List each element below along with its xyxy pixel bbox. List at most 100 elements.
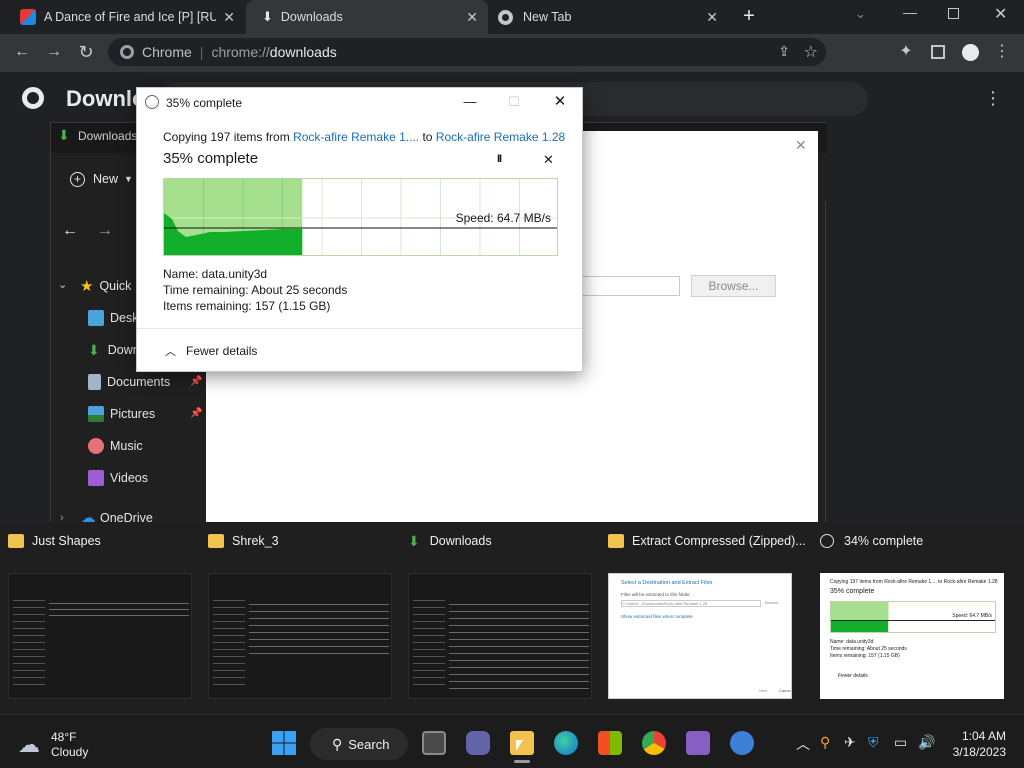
edge-browser-icon[interactable] bbox=[554, 731, 578, 755]
qbittorrent-icon[interactable] bbox=[730, 731, 754, 755]
clock-icon bbox=[820, 534, 834, 548]
network-off-icon[interactable]: ✈ bbox=[844, 734, 856, 751]
extract-path-input[interactable] bbox=[582, 276, 680, 296]
preview-just-shapes[interactable]: Just Shapes bbox=[8, 530, 198, 552]
thumb-next: Next bbox=[759, 688, 768, 693]
preview-shrek-3[interactable]: Shrek_3 bbox=[208, 530, 398, 552]
show-hidden-icons-icon[interactable]: ︿ bbox=[796, 734, 810, 754]
tab-downloads[interactable]: ⬇ Downloads ✕ bbox=[246, 0, 488, 34]
preview-copy[interactable]: 34% complete bbox=[820, 530, 1020, 552]
cancel-copy-button[interactable]: ✕ bbox=[543, 152, 554, 168]
volume-icon[interactable]: 🔊 bbox=[918, 734, 935, 751]
thumb-copy-line: Copying 197 items from Rock-afire Remake… bbox=[830, 579, 998, 585]
nav-label: Down bbox=[107, 343, 140, 357]
tab-close-icon[interactable]: ✕ bbox=[223, 9, 235, 25]
tab-title: Downloads bbox=[280, 10, 343, 24]
task-view-icon[interactable] bbox=[422, 731, 446, 755]
tab-dance-of-fire[interactable]: A Dance of Fire and Ice [P] [RUS ✕ bbox=[0, 0, 245, 34]
minimize-icon[interactable]: — bbox=[903, 4, 917, 20]
clock-date[interactable]: 3/18/2023 bbox=[940, 745, 1006, 759]
visual-studio-icon[interactable] bbox=[686, 731, 710, 755]
thumb-title: Select a Destination and Extract Files bbox=[621, 580, 713, 586]
search-label: Search bbox=[348, 736, 390, 752]
search-tray-icon[interactable]: ⚲ bbox=[820, 734, 830, 751]
source-folder-link[interactable]: Rock-afire Remake 1.... bbox=[293, 130, 419, 144]
bookmark-star-icon[interactable]: ☆ bbox=[804, 42, 818, 62]
chrome-menu-icon[interactable]: ⋮ bbox=[992, 42, 1012, 62]
clock-time[interactable]: 1:04 AM bbox=[950, 729, 1006, 743]
copy-summary-line: Copying 197 items from Rock-afire Remake… bbox=[163, 130, 565, 144]
preview-thumbnail[interactable] bbox=[208, 573, 392, 699]
nav-label: Documents bbox=[107, 375, 171, 389]
close-window-icon[interactable]: ✕ bbox=[994, 4, 1007, 24]
weather-widget[interactable]: ☁ 48°F Cloudy bbox=[18, 730, 98, 760]
download-icon: ⬇ bbox=[262, 9, 273, 24]
progress-heading: 35% complete bbox=[163, 150, 259, 167]
pause-button[interactable]: II bbox=[497, 153, 502, 165]
browse-button[interactable]: Browse... bbox=[691, 275, 776, 297]
speed-label: Speed: 64.7 MB/s bbox=[455, 211, 551, 225]
teams-chat-icon[interactable] bbox=[466, 731, 490, 755]
extensions-icon[interactable]: ✦ bbox=[896, 42, 916, 62]
nav-documents[interactable]: Documents bbox=[88, 372, 170, 392]
taskbar-search[interactable]: ⚲ Search bbox=[310, 728, 408, 760]
profile-avatar-icon[interactable] bbox=[960, 42, 980, 62]
omnibox[interactable]: Chrome | chrome:// downloads ⇪ ☆ bbox=[108, 38, 826, 66]
explorer-breadcrumb: Downloads bbox=[78, 129, 138, 143]
thumb-copy-heading: 35% complete bbox=[830, 588, 875, 595]
preview-extract[interactable]: Extract Compressed (Zipped)... bbox=[608, 530, 808, 552]
fewer-details-button[interactable]: ︿ Fewer details bbox=[165, 343, 257, 359]
minimize-icon[interactable]: — bbox=[455, 92, 485, 112]
copy-progress-dialog: 35% complete — ☐ ✕ Copying 197 items fro… bbox=[136, 87, 583, 372]
nav-desktop[interactable]: Desk bbox=[88, 308, 138, 328]
tab-close-icon[interactable]: ✕ bbox=[706, 9, 718, 25]
tab-new-tab[interactable]: New Tab ✕ bbox=[488, 0, 728, 34]
close-window-icon[interactable]: ✕ bbox=[545, 92, 575, 112]
tab-search-icon[interactable]: ⌄ bbox=[855, 6, 866, 22]
clock-icon bbox=[145, 95, 159, 109]
preview-thumbnail[interactable] bbox=[408, 573, 592, 699]
dest-folder-link[interactable]: Rock-afire Remake 1.28 bbox=[436, 130, 565, 144]
nav-quick-access[interactable]: ★ Quick bbox=[80, 276, 131, 296]
omnibox-prefix: Chrome bbox=[142, 44, 192, 60]
folder-icon bbox=[208, 534, 224, 548]
microsoft-store-icon[interactable] bbox=[598, 731, 622, 755]
preview-thumbnail[interactable] bbox=[8, 573, 192, 699]
nav-music[interactable]: Music bbox=[88, 436, 143, 456]
thumb-browse: Browse... bbox=[765, 600, 782, 605]
tab-close-icon[interactable]: ✕ bbox=[466, 9, 478, 25]
preview-thumbnail-copy[interactable]: Copying 197 items from Rock-afire Remake… bbox=[820, 573, 1004, 699]
explorer-back-icon[interactable]: ← bbox=[62, 222, 78, 240]
display-icon[interactable]: ▭ bbox=[894, 734, 907, 751]
forward-icon[interactable]: → bbox=[44, 42, 64, 62]
extract-close-button[interactable]: ✕ bbox=[795, 137, 807, 154]
chrome-icon[interactable] bbox=[642, 731, 666, 755]
nav-downloads[interactable]: ⬇ Down bbox=[88, 340, 140, 360]
nav-label: Quick bbox=[99, 279, 132, 293]
explorer-new-button[interactable]: + New ▼ bbox=[70, 169, 133, 189]
tab-title: New Tab bbox=[523, 10, 572, 24]
restore-icon[interactable] bbox=[948, 8, 959, 19]
back-icon[interactable]: ← bbox=[12, 42, 32, 62]
thumb-rows bbox=[249, 598, 389, 658]
nav-pictures[interactable]: Pictures bbox=[88, 404, 155, 424]
expand-chevron-icon[interactable]: ⌄ bbox=[58, 278, 67, 291]
plus-circle-icon: + bbox=[70, 171, 85, 187]
side-panel-icon[interactable] bbox=[928, 42, 948, 62]
thumb-time: Time remaining: About 25 seconds bbox=[830, 646, 907, 652]
nav-videos[interactable]: Videos bbox=[88, 468, 148, 488]
share-icon[interactable]: ⇪ bbox=[778, 43, 790, 60]
preview-thumbnail-extract[interactable]: Select a Destination and Extract Files F… bbox=[608, 573, 792, 699]
pin-icon: 📌 bbox=[190, 376, 203, 387]
security-shield-icon[interactable]: ⛨ bbox=[868, 734, 879, 751]
explorer-forward-icon[interactable]: → bbox=[97, 222, 113, 240]
download-icon: ⬇ bbox=[408, 532, 420, 549]
desktop-icon bbox=[88, 310, 104, 326]
new-label: New bbox=[93, 172, 119, 186]
windows-start-icon[interactable] bbox=[272, 731, 296, 755]
new-tab-button[interactable]: + bbox=[738, 4, 760, 28]
page-title: Downlo bbox=[66, 86, 146, 111]
preview-downloads[interactable]: ⬇ Downloads bbox=[408, 530, 598, 552]
downloads-menu-icon[interactable]: ⋮ bbox=[984, 88, 1002, 109]
reload-icon[interactable]: ↻ bbox=[76, 42, 96, 62]
